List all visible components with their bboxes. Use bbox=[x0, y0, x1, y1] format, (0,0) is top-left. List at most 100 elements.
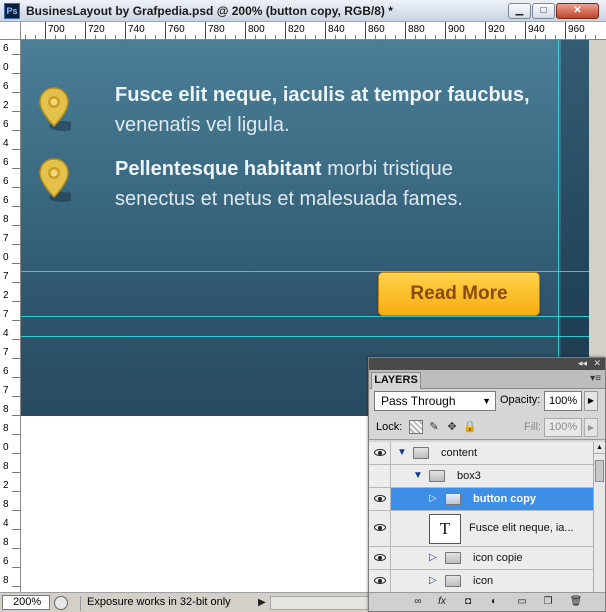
ruler-minor-tick bbox=[275, 35, 276, 39]
ruler-tick-label: 0 bbox=[3, 62, 9, 73]
ruler-minor-tick bbox=[12, 187, 20, 188]
ruler-tick: 920 bbox=[485, 22, 505, 39]
collapsed-triangle-icon[interactable]: ▷ bbox=[429, 575, 437, 586]
ruler-tick: 880 bbox=[405, 22, 425, 39]
ruler-minor-tick bbox=[12, 54, 20, 55]
ruler-minor-tick bbox=[375, 35, 376, 39]
visibility-eye-icon[interactable] bbox=[374, 554, 386, 561]
ruler-minor-tick bbox=[12, 415, 20, 416]
lock-all-icon[interactable]: 🔒 bbox=[463, 420, 477, 434]
layer-row-button-copy[interactable]: ▷ button copy bbox=[369, 488, 593, 511]
close-button[interactable]: ✕ bbox=[556, 3, 599, 19]
ruler-tick-label: 820 bbox=[288, 24, 305, 35]
mask-icon[interactable]: ◘ bbox=[461, 595, 475, 609]
layer-row-box3[interactable]: ▼ box3 bbox=[369, 465, 593, 488]
ruler-minor-tick bbox=[75, 35, 76, 39]
ruler-minor-tick bbox=[465, 35, 466, 39]
minimize-button[interactable]: ▁ bbox=[508, 3, 531, 19]
ruler-minor-tick bbox=[515, 35, 516, 39]
layer-row-icon[interactable]: ▷ icon bbox=[369, 570, 593, 592]
visibility-eye-icon[interactable] bbox=[374, 524, 386, 531]
map-pin-icon bbox=[39, 87, 71, 131]
opacity-slider-arrow-icon[interactable]: ▶ bbox=[584, 391, 598, 411]
ruler-tick: 940 bbox=[525, 22, 545, 39]
lock-transparency-icon[interactable] bbox=[409, 420, 423, 434]
ruler-minor-tick bbox=[12, 396, 20, 397]
ruler-minor-tick bbox=[255, 35, 256, 39]
scroll-up-icon[interactable]: ▲ bbox=[594, 442, 605, 454]
status-info-icon[interactable] bbox=[54, 596, 68, 610]
document-title: BusinesLayout by Grafpedia.psd @ 200% (b… bbox=[26, 4, 393, 18]
layer-list-scrollbar[interactable]: ▲ bbox=[593, 442, 605, 592]
ruler-minor-tick bbox=[555, 35, 556, 39]
panel-close-icon[interactable]: ✕ bbox=[593, 358, 601, 369]
panel-menu-icon[interactable]: ▾≡ bbox=[590, 373, 601, 384]
ruler-minor-tick bbox=[12, 548, 20, 549]
ruler-tick-label: 8 bbox=[3, 404, 9, 415]
collapse-icon[interactable]: ◂◂ bbox=[578, 358, 587, 369]
opacity-field[interactable]: 100% bbox=[544, 391, 582, 411]
group-icon[interactable]: ▭ bbox=[515, 595, 529, 609]
visibility-eye-icon[interactable] bbox=[374, 495, 386, 502]
ruler-tick: 900 bbox=[445, 22, 465, 39]
ruler-minor-tick bbox=[12, 206, 20, 207]
ruler-tick: 700 bbox=[45, 22, 65, 39]
tab-layers[interactable]: LAYERS bbox=[371, 372, 421, 389]
ruler-tick-label: 8 bbox=[3, 499, 9, 510]
ruler-tick: 960 bbox=[565, 22, 585, 39]
guide-line-horizontal[interactable] bbox=[21, 316, 589, 317]
scroll-thumb[interactable] bbox=[595, 460, 604, 482]
folder-icon bbox=[445, 575, 461, 587]
lock-move-icon[interactable]: ✥ bbox=[445, 420, 459, 434]
maximize-button[interactable]: □ bbox=[532, 3, 555, 19]
ruler-minor-tick bbox=[225, 35, 226, 39]
guide-line-vertical[interactable] bbox=[558, 40, 559, 358]
guide-line-horizontal[interactable] bbox=[21, 336, 589, 337]
read-more-button[interactable]: Read More bbox=[378, 272, 540, 316]
new-layer-icon[interactable]: ❐ bbox=[541, 595, 555, 609]
collapsed-triangle-icon[interactable]: ▷ bbox=[429, 552, 437, 563]
horizontal-ruler[interactable]: 700 720 740 760 780 800 820 840 860 880 900 920 940 9… bbox=[21, 22, 606, 40]
ruler-minor-tick bbox=[12, 73, 20, 74]
ruler-minor-tick bbox=[595, 35, 596, 39]
fx-icon[interactable]: fx bbox=[435, 595, 449, 609]
ruler-minor-tick bbox=[335, 35, 336, 39]
ruler-tick: 800 bbox=[245, 22, 265, 39]
trash-icon[interactable]: 🗑 bbox=[569, 595, 583, 609]
visibility-eye-icon[interactable] bbox=[374, 449, 386, 456]
ruler-minor-tick bbox=[65, 35, 66, 39]
ruler-tick-label: 6 bbox=[3, 556, 9, 567]
link-icon[interactable]: ∞ bbox=[411, 595, 425, 609]
vertical-ruler[interactable]: 6 0 6 2 6 4 6 6 6 8 7 0 7 2 7 4 7 6 7 8 8 0 8 2 8 4 8 6 8 bbox=[0, 40, 21, 592]
guide-line-horizontal[interactable] bbox=[21, 271, 589, 272]
ruler-minor-tick bbox=[265, 35, 266, 39]
ruler-minor-tick bbox=[575, 35, 576, 39]
ruler-minor-tick bbox=[155, 35, 156, 39]
status-menu-arrow-icon[interactable]: ▶ bbox=[258, 597, 266, 608]
ruler-minor-tick bbox=[295, 35, 296, 39]
ruler-tick-label: 2 bbox=[3, 480, 9, 491]
expand-triangle-icon[interactable]: ▼ bbox=[413, 470, 423, 481]
expand-triangle-icon[interactable]: ▼ bbox=[397, 447, 407, 458]
ruler-origin[interactable] bbox=[0, 22, 21, 40]
ruler-tick-label: 6 bbox=[3, 195, 9, 206]
ruler-tick-label: 880 bbox=[408, 24, 425, 35]
layer-row-icon-copie[interactable]: ▷ icon copie bbox=[369, 547, 593, 570]
collapsed-triangle-icon[interactable]: ▷ bbox=[429, 493, 437, 504]
adjustment-icon[interactable]: ◐ bbox=[487, 595, 501, 609]
lock-brush-icon[interactable]: ✎ bbox=[427, 420, 441, 434]
fill-field[interactable]: 100% bbox=[544, 418, 582, 437]
lock-label: Lock: bbox=[376, 421, 403, 433]
zoom-level-field[interactable]: 200% bbox=[2, 595, 50, 610]
ruler-minor-tick bbox=[345, 35, 346, 39]
horizontal-scrollbar[interactable] bbox=[270, 596, 370, 610]
visibility-eye-icon[interactable] bbox=[374, 577, 386, 584]
ruler-tick: 740 bbox=[125, 22, 145, 39]
ruler-minor-tick bbox=[455, 35, 456, 39]
ruler-minor-tick bbox=[35, 35, 36, 39]
fill-slider-arrow-icon[interactable]: ▶ bbox=[584, 418, 598, 437]
layer-row-content[interactable]: ▼ content bbox=[369, 442, 593, 465]
layer-row-text[interactable]: T Fusce elit neque, ia... bbox=[369, 511, 593, 547]
blend-mode-select[interactable]: Pass Through ▼ bbox=[374, 391, 496, 411]
ruler-minor-tick bbox=[12, 168, 20, 169]
